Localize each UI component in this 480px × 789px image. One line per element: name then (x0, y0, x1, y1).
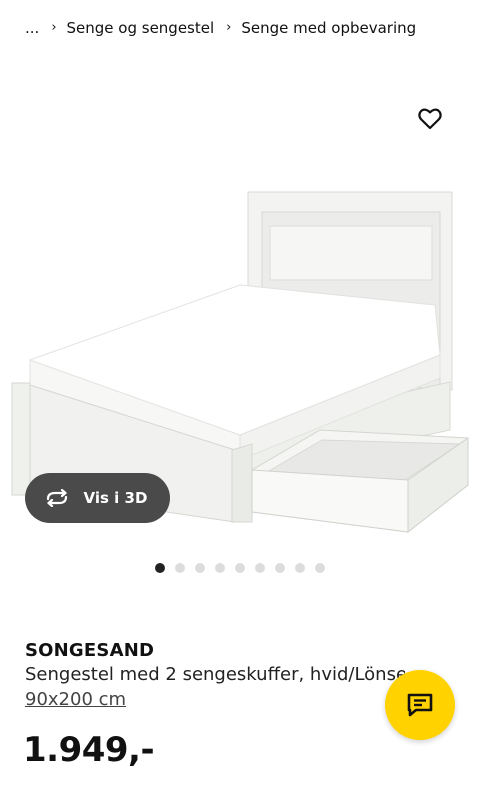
chevron-right-icon: › (226, 19, 232, 35)
carousel-dot[interactable] (195, 563, 205, 573)
product-price: 1.949,- (23, 730, 155, 770)
carousel-dot[interactable] (235, 563, 245, 573)
product-name: SONGESAND (25, 640, 155, 661)
product-size-link[interactable]: 90x200 cm (25, 689, 126, 710)
breadcrumb-ellipsis[interactable]: ... (25, 19, 39, 37)
chat-button[interactable] (385, 670, 455, 740)
view-in-3d-button[interactable]: Vis i 3D (25, 473, 170, 523)
carousel-dot[interactable] (255, 563, 265, 573)
carousel-dot[interactable] (155, 563, 165, 573)
product-description: Sengestel med 2 sengeskuffer, hvid/Lönse… (25, 664, 405, 685)
favorite-button[interactable] (415, 104, 445, 134)
rotate-arrows-icon (44, 488, 72, 508)
view-in-3d-label: Vis i 3D (83, 489, 148, 507)
heart-outline-icon (418, 108, 442, 130)
carousel-indicator (155, 563, 335, 573)
bottom-edge (0, 779, 480, 789)
carousel-dot[interactable] (175, 563, 185, 573)
carousel-dot[interactable] (295, 563, 305, 573)
chevron-right-icon: › (51, 19, 57, 35)
breadcrumb-item-senge-med-opbevaring[interactable]: Senge med opbevaring (241, 19, 416, 37)
carousel-dot[interactable] (215, 563, 225, 573)
carousel-dot[interactable] (275, 563, 285, 573)
chat-bubble-icon (407, 693, 433, 717)
breadcrumb: ... › Senge og sengestel › Senge med opb… (25, 17, 416, 39)
carousel-dot[interactable] (315, 563, 325, 573)
breadcrumb-item-senge-og-sengestel[interactable]: Senge og sengestel (67, 19, 215, 37)
